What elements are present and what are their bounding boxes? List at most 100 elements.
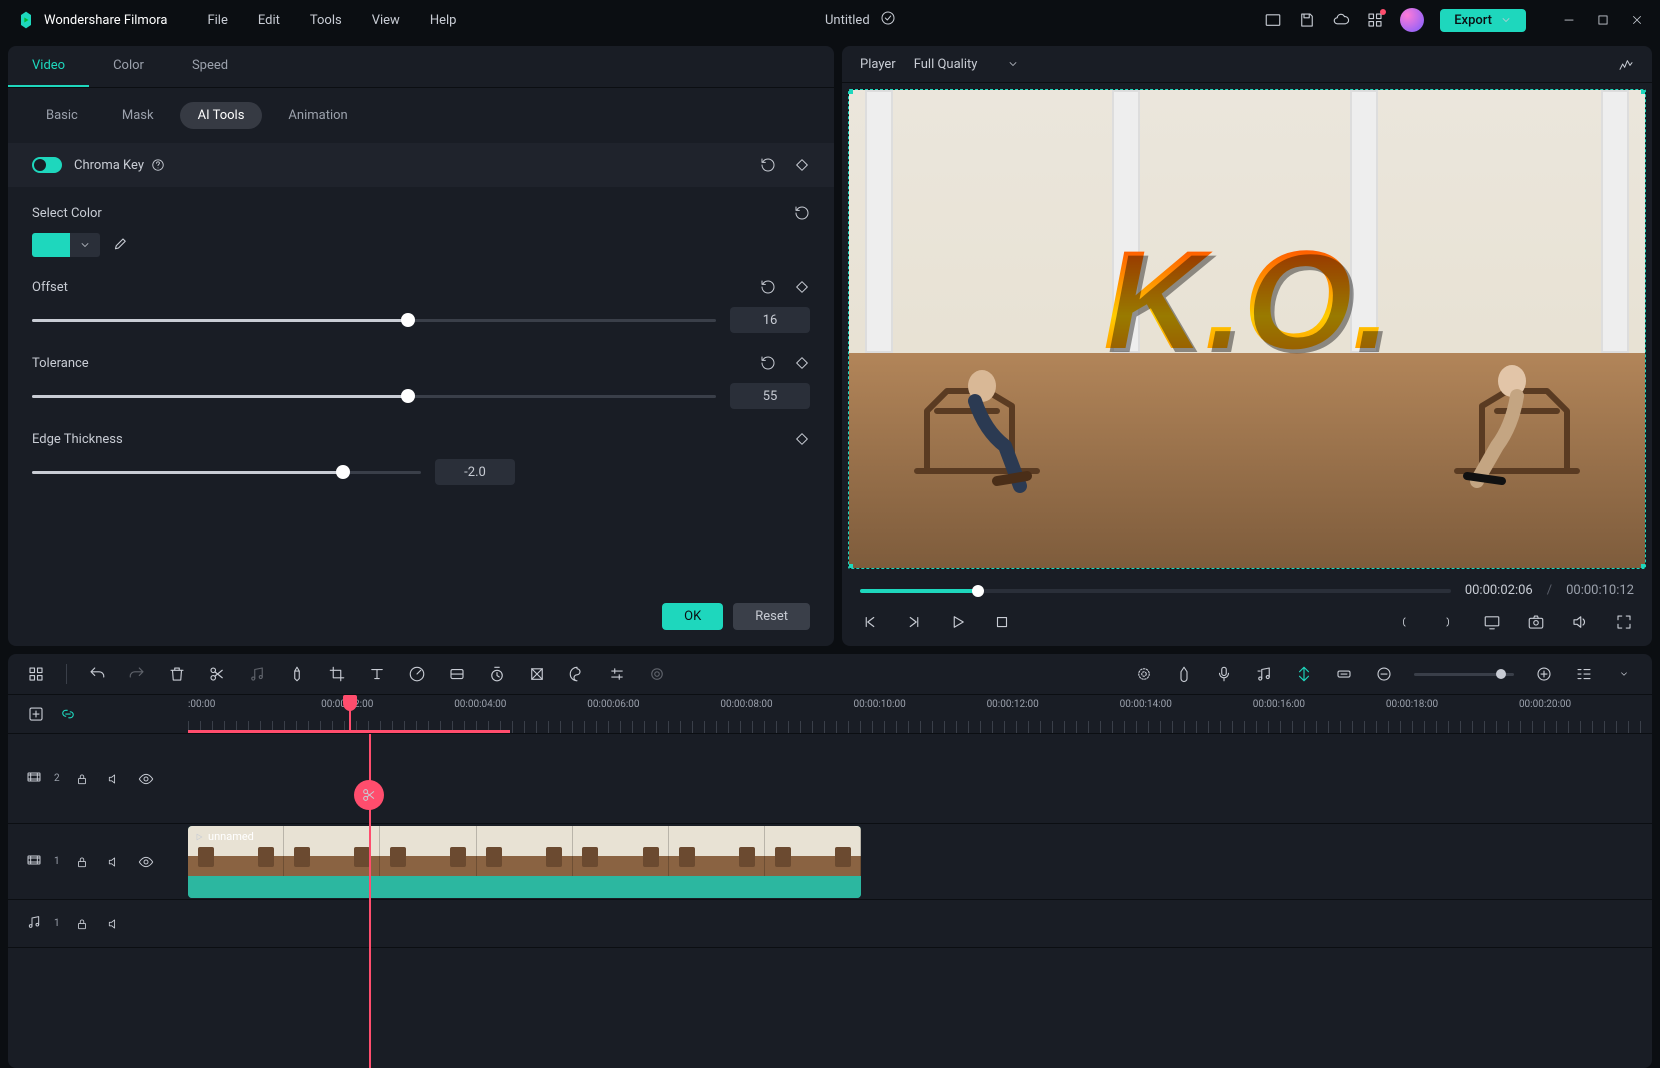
color-swatch[interactable]: [32, 233, 70, 257]
tab-color[interactable]: Color: [89, 46, 168, 87]
menu-tools[interactable]: Tools: [310, 13, 342, 28]
delete-icon[interactable]: [167, 664, 187, 684]
menu-file[interactable]: File: [207, 13, 227, 28]
mark-out-icon[interactable]: [1438, 612, 1458, 632]
subtab-mask[interactable]: Mask: [104, 102, 172, 129]
visibility-icon[interactable]: [136, 769, 156, 789]
prev-frame-icon[interactable]: [860, 612, 880, 632]
media-browser-icon[interactable]: [26, 664, 46, 684]
timeline-ruler[interactable]: :00:00 00:00:02:00 00:00:04:00 00:00:06:…: [188, 695, 1652, 733]
undo-icon[interactable]: [87, 664, 107, 684]
crop-icon[interactable]: [327, 664, 347, 684]
menu-help[interactable]: Help: [430, 13, 457, 28]
offset-slider[interactable]: [32, 319, 716, 322]
tab-video[interactable]: Video: [8, 46, 89, 87]
apps-icon[interactable]: [1366, 11, 1384, 29]
user-avatar[interactable]: [1400, 8, 1424, 32]
keyframe-edge-icon[interactable]: [794, 431, 810, 447]
eyedropper-icon[interactable]: [110, 235, 130, 255]
next-frame-icon[interactable]: [904, 612, 924, 632]
chroma-key-toggle[interactable]: [32, 157, 62, 173]
zoom-slider[interactable]: [1414, 673, 1514, 676]
track-display-icon[interactable]: [1574, 664, 1594, 684]
zoom-out-icon[interactable]: [1374, 664, 1394, 684]
scrub-thumb[interactable]: [972, 585, 984, 597]
lock-icon[interactable]: [72, 769, 92, 789]
tab-speed[interactable]: Speed: [168, 46, 252, 87]
text-icon[interactable]: [367, 664, 387, 684]
window-close-icon[interactable]: [1630, 13, 1644, 27]
stop-icon[interactable]: [992, 612, 1012, 632]
redo-icon[interactable]: [127, 664, 147, 684]
subtab-basic[interactable]: Basic: [28, 102, 96, 129]
playhead[interactable]: [349, 695, 351, 733]
preview-canvas[interactable]: K.O.: [848, 89, 1646, 569]
keyframe-tolerance-icon[interactable]: [794, 355, 810, 371]
snap-icon[interactable]: [1174, 664, 1194, 684]
volume-icon[interactable]: [1570, 612, 1590, 632]
cloud-icon[interactable]: [1332, 11, 1350, 29]
help-icon[interactable]: [150, 157, 166, 173]
mark-in-icon[interactable]: [1394, 612, 1414, 632]
track-options-icon[interactable]: [1614, 664, 1634, 684]
magnetic-icon[interactable]: [1294, 664, 1314, 684]
fullscreen-icon[interactable]: [1614, 612, 1634, 632]
keyframe-icon[interactable]: [794, 157, 810, 173]
scopes-icon[interactable]: [1618, 56, 1634, 72]
visibility-icon[interactable]: [136, 852, 156, 872]
window-maximize-icon[interactable]: [1596, 13, 1610, 27]
color-icon[interactable]: [447, 664, 467, 684]
mask-tool-icon[interactable]: [567, 664, 587, 684]
transform-handle[interactable]: [1641, 89, 1646, 94]
export-button[interactable]: Export: [1440, 9, 1526, 32]
audio-mixer-icon[interactable]: [1254, 664, 1274, 684]
keyframe-panel-icon[interactable]: [527, 664, 547, 684]
auto-ripple-icon[interactable]: [1134, 664, 1154, 684]
mute-icon[interactable]: [104, 769, 124, 789]
offset-value[interactable]: 16: [730, 307, 810, 333]
menu-edit[interactable]: Edit: [258, 13, 280, 28]
tolerance-slider[interactable]: [32, 395, 716, 398]
subtab-ai-tools[interactable]: AI Tools: [180, 102, 263, 129]
link-icon[interactable]: [1334, 664, 1354, 684]
transform-handle[interactable]: [848, 89, 853, 94]
reset-button[interactable]: Reset: [733, 603, 810, 630]
edge-value[interactable]: -2.0: [435, 459, 515, 485]
snapshot-icon[interactable]: [1526, 612, 1546, 632]
audio-detach-icon[interactable]: [247, 664, 267, 684]
save-icon[interactable]: [1298, 11, 1316, 29]
adjust-icon[interactable]: [607, 664, 627, 684]
voiceover-icon[interactable]: [1214, 664, 1234, 684]
record-icon[interactable]: [647, 664, 667, 684]
keyframe-offset-icon[interactable]: [794, 279, 810, 295]
transform-handle[interactable]: [1641, 564, 1646, 569]
link-track-icon[interactable]: [58, 704, 78, 724]
clip-video[interactable]: unnamed: [188, 826, 861, 898]
speed-icon[interactable]: [407, 664, 427, 684]
color-dropdown-icon[interactable]: [70, 233, 100, 257]
display-icon[interactable]: [1482, 612, 1502, 632]
ok-button[interactable]: OK: [662, 603, 723, 630]
add-track-icon[interactable]: [26, 704, 46, 724]
edge-slider[interactable]: [32, 471, 421, 474]
reset-section-icon[interactable]: [760, 157, 776, 173]
cut-marker-icon[interactable]: [354, 780, 384, 810]
tolerance-value[interactable]: 55: [730, 383, 810, 409]
transform-handle[interactable]: [848, 564, 853, 569]
layout-icon[interactable]: [1264, 11, 1282, 29]
split-icon[interactable]: [207, 664, 227, 684]
reset-offset-icon[interactable]: [760, 279, 776, 295]
lock-icon[interactable]: [72, 914, 92, 934]
reset-color-icon[interactable]: [794, 205, 810, 221]
preview-overlay-text[interactable]: K.O.: [1103, 219, 1391, 381]
play-icon[interactable]: [948, 612, 968, 632]
mute-icon[interactable]: [104, 914, 124, 934]
duration-icon[interactable]: [487, 664, 507, 684]
window-minimize-icon[interactable]: [1562, 13, 1576, 27]
menu-view[interactable]: View: [372, 13, 400, 28]
lock-icon[interactable]: [72, 852, 92, 872]
zoom-in-icon[interactable]: [1534, 664, 1554, 684]
mute-icon[interactable]: [104, 852, 124, 872]
quality-select[interactable]: Full Quality: [914, 57, 1020, 72]
reset-tolerance-icon[interactable]: [760, 355, 776, 371]
